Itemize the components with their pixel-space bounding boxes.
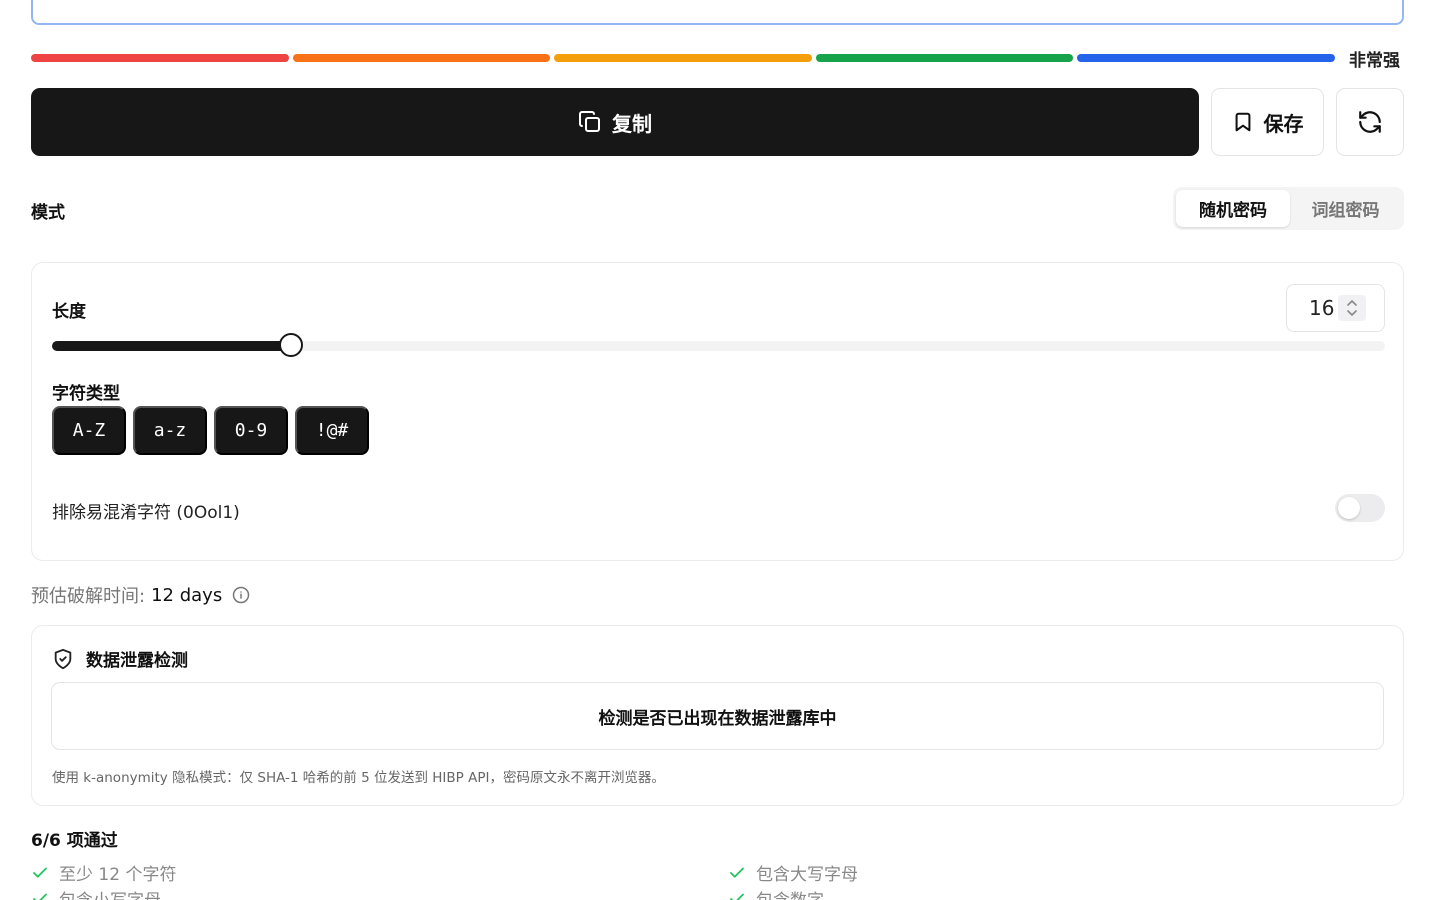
- checks-summary: 6/6 项通过: [31, 831, 118, 851]
- check-item-label: 包含小写字母: [59, 886, 161, 900]
- check-icon: [33, 893, 47, 900]
- crack-time-label: 预估破解时间:: [31, 586, 146, 607]
- length-slider-fill: [52, 341, 291, 351]
- length-slider-thumb[interactable]: [278, 333, 303, 357]
- check-item: 包含数字: [728, 886, 824, 900]
- check-item-label: 至少 12 个字符: [59, 865, 177, 885]
- save-button[interactable]: 保存: [1211, 88, 1324, 156]
- strength-segment: [292, 54, 551, 62]
- check-item-label: 包含大写字母: [756, 865, 858, 885]
- mode-label: 模式: [31, 203, 65, 223]
- strength-segment: [554, 54, 812, 62]
- length-label: 长度: [52, 302, 86, 322]
- copy-icon: [579, 111, 600, 132]
- switch-knob: [1338, 497, 1360, 519]
- check-item: 包含大写字母: [728, 860, 858, 885]
- settings-card: 长度 16 字符类型 A-Z a-z 0-9 !@# 排除易混淆字符 (0Ool…: [31, 262, 1404, 561]
- strength-label: 非常强: [1349, 50, 1400, 71]
- breach-check-button[interactable]: 检测是否已出现在数据泄露库中: [51, 682, 1384, 750]
- crack-time-value: 12 days: [151, 584, 223, 606]
- strength-segment: [1077, 54, 1335, 62]
- exclude-ambiguous-label: 排除易混淆字符 (0Ool1): [52, 503, 240, 523]
- exclude-ambiguous-switch[interactable]: [1335, 494, 1385, 522]
- strength-segment: [815, 54, 1074, 62]
- shield-check-icon: [54, 648, 72, 669]
- char-type-lowercase[interactable]: a-z: [133, 406, 207, 455]
- breach-check-card: 数据泄露检测 检测是否已出现在数据泄露库中 使用 k-anonymity 隐私模…: [31, 625, 1404, 806]
- char-type-uppercase[interactable]: A-Z: [52, 406, 126, 455]
- check-icon: [730, 893, 744, 900]
- breach-check-title: 数据泄露检测: [86, 651, 188, 671]
- regenerate-button[interactable]: [1336, 88, 1404, 156]
- crack-time: 预估破解时间: 12 days: [31, 582, 250, 608]
- length-input[interactable]: 16: [1286, 284, 1385, 332]
- strength-segment: [31, 54, 289, 62]
- tab-random-password[interactable]: 随机密码: [1176, 190, 1290, 227]
- char-type-symbols[interactable]: !@#: [295, 406, 369, 455]
- check-icon: [730, 867, 744, 878]
- char-types-group: A-Z a-z 0-9 !@#: [52, 406, 369, 455]
- info-icon[interactable]: [232, 586, 250, 604]
- mode-toggle: 随机密码 词组密码: [1173, 187, 1404, 230]
- length-stepper[interactable]: [1338, 295, 1366, 321]
- copy-button[interactable]: 复制: [31, 88, 1199, 156]
- breach-check-note: 使用 k-anonymity 隐私模式：仅 SHA-1 哈希的前 5 位发送到 …: [52, 770, 665, 786]
- save-button-label: 保存: [1263, 113, 1304, 136]
- char-types-label: 字符类型: [52, 384, 120, 404]
- bookmark-icon: [1235, 112, 1250, 132]
- tab-passphrase[interactable]: 词组密码: [1290, 190, 1401, 227]
- password-output-field[interactable]: [31, 0, 1404, 25]
- check-icon: [33, 867, 47, 878]
- refresh-icon: [1359, 111, 1381, 133]
- strength-meter: 非常强: [31, 51, 1404, 71]
- check-item: 至少 12 个字符: [31, 860, 176, 885]
- strength-segments: [31, 54, 1335, 62]
- length-value: 16: [1309, 296, 1335, 320]
- check-item: 包含小写字母: [31, 886, 161, 900]
- breach-check-header: 数据泄露检测: [52, 646, 188, 671]
- char-type-digits[interactable]: 0-9: [214, 406, 288, 455]
- copy-button-label: 复制: [612, 113, 652, 136]
- length-slider[interactable]: [52, 333, 1385, 357]
- chevron-up-down-icon: [1347, 300, 1357, 316]
- check-item-label: 包含数字: [756, 886, 824, 900]
